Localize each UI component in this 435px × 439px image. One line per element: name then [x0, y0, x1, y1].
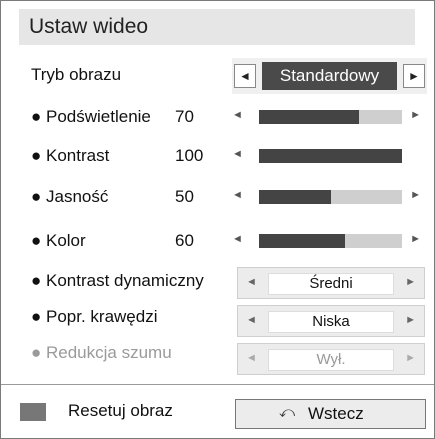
edge-enhancement-value: Niska: [268, 311, 394, 333]
contrast-value: 100: [175, 146, 204, 165]
dynamic-contrast-label: ● Kontrast dynamiczny: [31, 271, 204, 290]
slider-track[interactable]: [259, 149, 402, 163]
return-arrow-icon: ⤺: [279, 404, 296, 421]
slider-track[interactable]: [259, 234, 402, 248]
contrast-label: ● Kontrast: [31, 146, 110, 165]
contrast-slider[interactable]: ◄: [232, 140, 427, 170]
back-button-label: Wstecz: [308, 404, 364, 423]
left-arrow-icon[interactable]: ◄: [232, 109, 243, 121]
color-slider[interactable]: ◄ ►: [232, 225, 427, 255]
color-label: ● Kolor: [31, 231, 86, 250]
panel-title-bar: Ustaw wideo: [19, 9, 415, 45]
panel-title: Ustaw wideo: [29, 15, 149, 38]
edge-enhancement-label: ● Popr. krawędzi: [31, 307, 158, 326]
left-arrow-icon[interactable]: ◄: [232, 148, 243, 160]
back-button[interactable]: ⤺ Wstecz: [235, 399, 426, 429]
reset-color-key-icon[interactable]: [20, 403, 46, 421]
left-arrow-icon[interactable]: ◄: [232, 189, 243, 201]
footer-divider: [1, 384, 434, 385]
right-arrow-icon[interactable]: ►: [410, 109, 421, 121]
noise-reduction-selector: ◄ Wył. ►: [237, 343, 425, 375]
backlight-value: 70: [175, 107, 194, 126]
left-arrow-icon[interactable]: ◄: [246, 276, 257, 288]
left-arrow-icon: ◄: [246, 352, 257, 364]
edge-enhancement-selector[interactable]: ◄ Niska ►: [237, 305, 425, 337]
dynamic-contrast-value: Średni: [268, 273, 394, 295]
right-arrow-icon[interactable]: ►: [410, 189, 421, 201]
picture-mode-value: Standardowy: [262, 62, 397, 90]
brightness-label: ● Jasność: [31, 187, 109, 206]
brightness-slider[interactable]: ◄ ►: [232, 181, 427, 211]
left-arrow-icon[interactable]: ◄: [232, 233, 243, 245]
video-settings-panel: Ustaw wideo Tryb obrazu ◄ Standardowy ► …: [0, 0, 435, 439]
right-arrow-icon[interactable]: ►: [403, 64, 425, 88]
picture-mode-selector[interactable]: ◄ Standardowy ►: [232, 58, 427, 94]
slider-fill: [259, 149, 402, 163]
noise-reduction-label: ● Redukcja szumu: [31, 343, 172, 362]
slider-track[interactable]: [259, 110, 402, 124]
picture-mode-label: Tryb obrazu: [31, 65, 122, 84]
reset-picture-button[interactable]: Resetuj obraz: [68, 401, 173, 421]
backlight-label: ● Podświetlenie: [31, 107, 151, 126]
backlight-slider[interactable]: ◄ ►: [232, 101, 427, 131]
right-arrow-icon[interactable]: ►: [410, 233, 421, 245]
slider-track[interactable]: [259, 190, 402, 204]
slider-fill: [259, 190, 331, 204]
right-arrow-icon[interactable]: ►: [405, 314, 416, 326]
slider-fill: [259, 110, 360, 124]
left-arrow-icon[interactable]: ◄: [234, 64, 256, 88]
right-arrow-icon[interactable]: ►: [405, 276, 416, 288]
color-value: 60: [175, 231, 194, 250]
dynamic-contrast-selector[interactable]: ◄ Średni ►: [237, 267, 425, 299]
slider-fill: [259, 234, 345, 248]
left-arrow-icon[interactable]: ◄: [246, 314, 257, 326]
right-arrow-icon: ►: [405, 352, 416, 364]
brightness-value: 50: [175, 187, 194, 206]
noise-reduction-value: Wył.: [268, 349, 394, 371]
